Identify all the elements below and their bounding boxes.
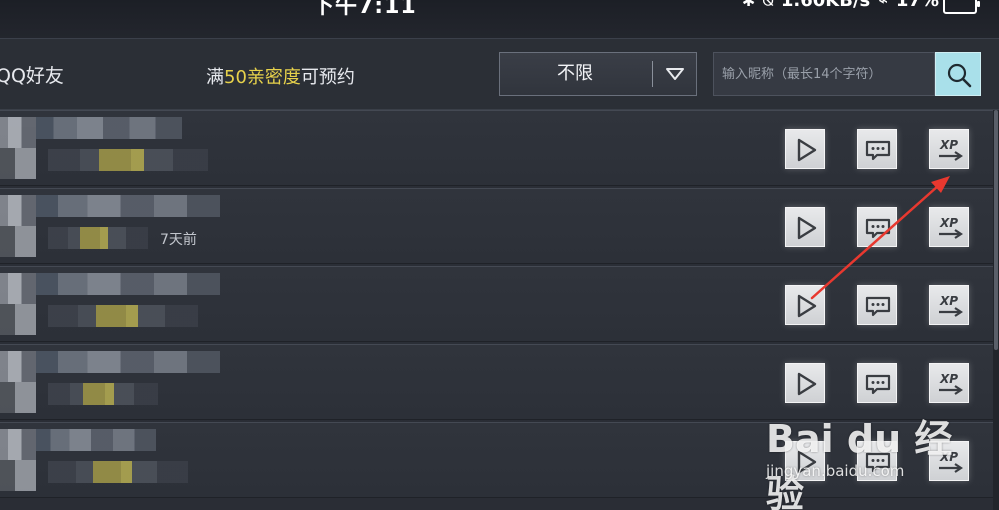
friend-detail-redacted: [48, 227, 148, 249]
svg-text:XP: XP: [939, 294, 958, 308]
intimacy-requirement: 满50亲密度可预约: [206, 63, 355, 89]
xp-transfer-icon: XP: [939, 372, 963, 395]
dropdown-divider: [652, 61, 653, 87]
intimacy-highlight: 50亲密度: [224, 67, 301, 88]
filter-dropdown[interactable]: 不限: [499, 52, 697, 96]
chat-button[interactable]: [857, 129, 897, 169]
chat-button[interactable]: [857, 207, 897, 247]
friend-detail-redacted: [48, 305, 198, 327]
play-button[interactable]: [785, 285, 825, 325]
xp-transfer-button[interactable]: XP: [929, 363, 969, 403]
svg-text:XP: XP: [939, 372, 958, 386]
intimacy-prefix: 满: [206, 67, 224, 88]
play-icon: [797, 372, 817, 396]
friend-detail-redacted: [48, 149, 208, 171]
status-time: 下午7:11: [312, 0, 417, 19]
chevron-down-icon: [666, 68, 684, 80]
signal-icon: ⌁: [878, 0, 888, 10]
xp-transfer-button[interactable]: XP: [929, 207, 969, 247]
network-speed: 1.60KB/s: [780, 0, 871, 11]
play-button[interactable]: [785, 207, 825, 247]
chat-button[interactable]: [857, 363, 897, 403]
app-root: 下午7:11 ✱ ⍉ 1.60KB/s ⌁ 17% QQ好友 满50亲密度可预约…: [0, 0, 999, 510]
avatar: [0, 273, 36, 335]
friend-row: XP: [0, 110, 993, 186]
friend-detail-redacted: [48, 461, 188, 483]
friend-row: XP: [0, 266, 993, 342]
xp-transfer-button[interactable]: XP: [929, 129, 969, 169]
friend-name-redacted: [36, 195, 220, 217]
avatar: [0, 117, 36, 179]
nickname-search-input[interactable]: [722, 53, 928, 95]
chat-icon: [865, 140, 891, 161]
xp-transfer-icon: XP: [939, 138, 963, 161]
status-indicators: ✱ ⍉ 1.60KB/s ⌁ 17%: [742, 0, 939, 11]
tab-qq-friends[interactable]: QQ好友: [0, 61, 64, 88]
search-icon: [947, 63, 972, 88]
friends-header: QQ好友 满50亲密度可预约 不限: [0, 39, 999, 111]
avatar: [0, 351, 36, 413]
svg-text:XP: XP: [939, 138, 958, 152]
row-actions: XP: [785, 129, 970, 171]
play-icon: [797, 138, 817, 162]
play-button[interactable]: [785, 129, 825, 169]
friend-name-redacted: [36, 273, 220, 295]
search-button[interactable]: [935, 52, 981, 96]
battery-icon: [943, 0, 980, 14]
chat-icon: [865, 218, 891, 239]
row-actions: XP: [785, 207, 970, 249]
friend-name-redacted: [36, 117, 182, 139]
baidu-watermark: Bai du 经验 jingyan.baidu.com: [766, 398, 986, 510]
chat-icon: [865, 296, 891, 317]
avatar: [0, 195, 36, 257]
chat-icon: [865, 374, 891, 395]
list-scrollbar[interactable]: [993, 110, 999, 510]
intimacy-suffix: 可预约: [300, 67, 355, 88]
play-icon: [797, 216, 817, 240]
chat-button[interactable]: [857, 285, 897, 325]
play-icon: [797, 294, 817, 318]
friend-row: 7天前 XP: [0, 188, 993, 264]
status-bar: 下午7:11 ✱ ⍉ 1.60KB/s ⌁ 17%: [0, 0, 999, 39]
svg-text:XP: XP: [939, 216, 958, 230]
scrollbar-thumb[interactable]: [994, 110, 998, 350]
watermark-url: jingyan.baidu.com: [766, 462, 905, 480]
avatar: [0, 429, 36, 491]
bluetooth-icon: ✱: [741, 0, 756, 10]
xp-transfer-button[interactable]: XP: [929, 285, 969, 325]
mute-icon: ⍉: [763, 0, 773, 10]
xp-transfer-icon: XP: [939, 294, 963, 317]
battery-percent: 17%: [895, 0, 939, 11]
friend-name-redacted: [36, 351, 220, 373]
filter-selected-value: 不限: [557, 63, 593, 84]
play-button[interactable]: [785, 363, 825, 403]
last-online: 7天前: [160, 232, 197, 248]
xp-transfer-icon: XP: [939, 216, 963, 239]
friend-detail-redacted: [48, 383, 158, 405]
row-actions: XP: [785, 285, 970, 327]
search-box: [713, 52, 935, 96]
friend-name-redacted: [36, 429, 156, 451]
watermark-logo: Bai du 经验: [766, 417, 953, 510]
